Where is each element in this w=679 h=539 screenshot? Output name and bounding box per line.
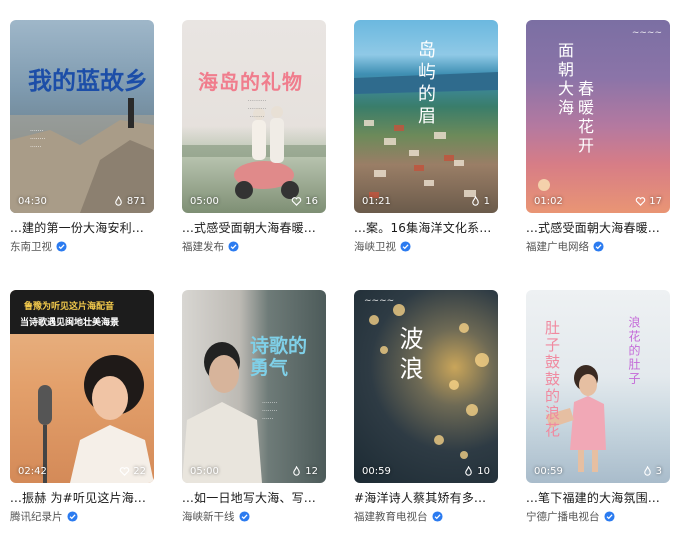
video-thumbnail[interactable]: 海岛的礼物 ·········· ·········· ········ 05:00…	[182, 20, 326, 213]
video-card[interactable]: 面朝大海 春暖花开 ~~~~ 01:02 17 ...式感受面朝大海春暖... …	[526, 20, 679, 254]
video-card[interactable]: 鲁豫为听见这片海配音 当诗歌遇见闽地壮美海景 02:42 22 ...振赫 为#…	[10, 290, 170, 524]
overlay-line2: 春暖花开	[575, 80, 594, 156]
video-card[interactable]: ~~~~ 波浪 00:59 10 #海洋诗人蔡其矫有多... 福建教育电视台	[354, 290, 514, 524]
thumbnail-art	[10, 98, 154, 213]
video-thumbnail[interactable]: ~~~~ 波浪 00:59 10	[354, 290, 498, 483]
like-icon	[293, 466, 301, 476]
video-title[interactable]: ...笔下福建的大海氛围...	[526, 489, 671, 506]
duration-label: 04:30	[18, 196, 47, 207]
likes-count: 12	[291, 466, 318, 477]
likes-value: 1	[483, 196, 490, 207]
author-name[interactable]: 海峡新干线	[182, 509, 235, 524]
overlay-title: 我的蓝故乡	[28, 66, 148, 95]
like-icon	[465, 466, 473, 476]
verified-icon	[593, 241, 604, 252]
likes-count: 22	[119, 466, 146, 477]
video-thumbnail[interactable]: 岛屿的眉 01:21 1	[354, 20, 498, 213]
video-thumbnail[interactable]: 我的蓝故乡 ······· ········ ······ 04:30 871	[10, 20, 154, 213]
author-name[interactable]: 宁德广播电视台	[526, 509, 600, 524]
verified-icon	[228, 241, 239, 252]
video-card[interactable]: 肚子鼓鼓的浪花 浪花的肚子 00:59 3 ...笔下福建的大海氛围... 宁德…	[526, 290, 679, 524]
video-card[interactable]: 岛屿的眉 01:21 1 ...案。16集海洋文化系... 海峡卫视	[354, 20, 514, 254]
logo-watermark: ~~~~	[364, 296, 395, 306]
heart-icon	[119, 467, 130, 476]
verified-icon	[66, 511, 78, 522]
likes-value: 16	[305, 196, 318, 207]
overlay-caption: ······· ········ ······	[30, 128, 46, 152]
duration-label: 02:42	[18, 466, 47, 477]
video-title[interactable]: ...式感受面朝大海春暖...	[526, 219, 671, 236]
overlay-right: 浪花的肚子	[627, 316, 641, 386]
verified-icon	[400, 241, 411, 252]
video-thumbnail[interactable]: 面朝大海 春暖花开 ~~~~ 01:02 17	[526, 20, 670, 213]
overlay-caption: ·········· ·········· ········	[247, 98, 267, 122]
author-name[interactable]: 东南卫视	[10, 239, 52, 254]
video-title[interactable]: ...式感受面朝大海春暖...	[182, 219, 342, 236]
likes-count: 16	[291, 196, 318, 207]
video-grid: 我的蓝故乡 ······· ········ ······ 04:30 871 ..…	[0, 0, 679, 539]
author-row[interactable]: 腾讯纪录片	[10, 509, 170, 524]
author-row[interactable]: 宁德广播电视台	[526, 509, 679, 524]
thumbnail-art	[369, 304, 489, 459]
duration-label: 05:00	[190, 466, 219, 477]
verified-icon	[431, 511, 443, 522]
like-icon	[643, 466, 651, 476]
overlay-title: 诗歌的勇气	[250, 335, 308, 379]
likes-value: 12	[305, 466, 318, 477]
author-name[interactable]: 福建广电网络	[526, 239, 589, 254]
duration-label: 00:59	[362, 466, 391, 477]
author-row[interactable]: 福建广电网络	[526, 239, 679, 254]
likes-value: 22	[133, 466, 146, 477]
author-row[interactable]: 福建教育电视台	[354, 509, 514, 524]
video-thumbnail[interactable]: 肚子鼓鼓的浪花 浪花的肚子 00:59 3	[526, 290, 670, 483]
video-title[interactable]: ...如一日地写大海、写...	[182, 489, 342, 506]
overlay-caption: ········ ········ ······	[262, 400, 278, 424]
like-icon	[471, 196, 479, 206]
overlay-title: 波浪	[395, 326, 423, 386]
author-name[interactable]: 福建教育电视台	[354, 509, 428, 524]
overlay-title: 海岛的礼物	[198, 70, 303, 94]
thumbnail-art	[182, 342, 262, 483]
likes-value: 10	[477, 466, 490, 477]
like-icon	[115, 196, 122, 206]
duration-label: 01:21	[362, 196, 391, 207]
likes-count: 17	[635, 196, 662, 207]
likes-value: 871	[126, 196, 146, 207]
likes-count: 3	[642, 466, 662, 477]
author-row[interactable]: 福建发布	[182, 239, 342, 254]
thumbnail-art	[538, 179, 550, 191]
video-thumbnail[interactable]: 鲁豫为听见这片海配音 当诗歌遇见闽地壮美海景 02:42 22	[10, 290, 154, 483]
duration-label: 05:00	[190, 196, 219, 207]
video-card[interactable]: 我的蓝故乡 ······· ········ ······ 04:30 871 ..…	[10, 20, 170, 254]
duration-label: 01:02	[534, 196, 563, 207]
video-thumbnail[interactable]: 诗歌的勇气 ········ ········ ······ 05:00 12	[182, 290, 326, 483]
likes-count: 1	[470, 196, 490, 207]
author-name[interactable]: 福建发布	[182, 239, 224, 254]
author-row[interactable]: 东南卫视	[10, 239, 170, 254]
video-title[interactable]: #海洋诗人蔡其矫有多...	[354, 489, 514, 506]
likes-value: 3	[655, 466, 662, 477]
video-card[interactable]: 海岛的礼物 ·········· ·········· ········ 05:00…	[182, 20, 342, 254]
likes-count: 10	[463, 466, 490, 477]
duration-label: 00:59	[534, 466, 563, 477]
verified-icon	[603, 511, 615, 522]
video-card[interactable]: 诗歌的勇气 ········ ········ ······ 05:00 12 ..…	[182, 290, 342, 524]
overlay-title: 岛屿的眉	[415, 40, 436, 128]
author-name[interactable]: 海峡卫视	[354, 239, 396, 254]
heart-icon	[635, 197, 646, 206]
video-title[interactable]: ...案。16集海洋文化系...	[354, 219, 514, 236]
thumbnail-art	[38, 355, 154, 483]
video-title[interactable]: ...建的第一份大海安利...	[10, 219, 170, 236]
verified-icon	[56, 241, 67, 252]
author-row[interactable]: 海峡新干线	[182, 509, 342, 524]
likes-value: 17	[649, 196, 662, 207]
logo-watermark: ~~~~	[631, 28, 662, 38]
video-title[interactable]: ...振赫 为#听见这片海...	[10, 489, 170, 506]
heart-icon	[291, 197, 302, 206]
verified-icon	[238, 511, 250, 522]
overlay-left: 肚子鼓鼓的浪花	[543, 320, 561, 439]
author-name[interactable]: 腾讯纪录片	[10, 509, 63, 524]
author-row[interactable]: 海峡卫视	[354, 239, 514, 254]
likes-count: 871	[113, 196, 146, 207]
